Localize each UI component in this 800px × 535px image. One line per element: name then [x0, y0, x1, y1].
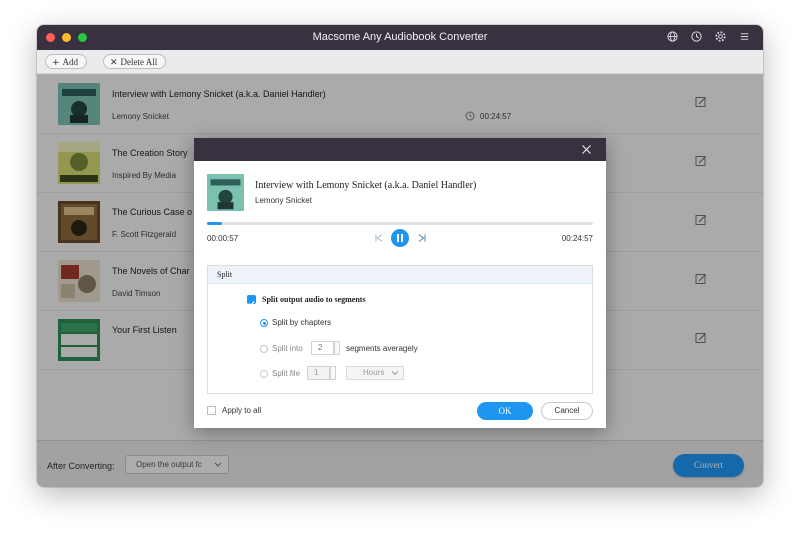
settings-icon[interactable] [714, 30, 727, 43]
menu-icon[interactable] [738, 30, 751, 43]
pause-button[interactable] [391, 229, 409, 247]
apply-to-all-label: Apply to all [222, 406, 262, 415]
dialog-book-author: Lemony Snicket [255, 196, 312, 205]
split-by-chapters-label: Split by chapters [272, 318, 332, 327]
close-icon[interactable] [581, 144, 592, 155]
unit-select[interactable]: Hours [346, 366, 404, 380]
unit-value: Hours [363, 368, 385, 377]
cancel-button[interactable]: Cancel [541, 402, 593, 420]
history-icon[interactable] [690, 30, 703, 43]
ok-button[interactable]: OK [477, 402, 533, 420]
current-time: 00:00:57 [207, 234, 239, 243]
file-length-stepper[interactable] [330, 366, 336, 380]
chevron-down-icon [391, 371, 399, 376]
title-bar: Macsome Any Audiobook Converter [37, 25, 763, 50]
segments-suffix: segments averagely [346, 344, 418, 353]
segments-value: 2 [318, 343, 323, 352]
x-icon: ✕ [110, 58, 118, 68]
file-length-value: 1 [314, 368, 319, 377]
split-dialog: Interview with Lemony Snicket (a.k.a. Da… [194, 138, 606, 428]
toolbar: + Add ✕ Delete All [37, 50, 763, 74]
playback-progress[interactable] [207, 222, 593, 225]
progress-fill [207, 222, 223, 225]
globe-icon[interactable] [666, 30, 679, 43]
split-header: Split [208, 266, 592, 284]
add-label: Add [62, 57, 79, 67]
delete-all-button[interactable]: ✕ Delete All [103, 54, 167, 69]
dialog-book-cover [207, 174, 244, 211]
split-by-chapters-radio[interactable] [260, 319, 268, 327]
pause-icon [397, 234, 403, 242]
add-button[interactable]: + Add [45, 54, 88, 69]
plus-icon: + [52, 58, 60, 68]
split-checkbox-label: Split output audio to segments [262, 295, 366, 304]
checkmark-icon [248, 301, 255, 307]
split-into-radio[interactable] [260, 345, 268, 353]
split-into-label: Split into [272, 344, 303, 353]
file-length-input[interactable]: 1 [307, 366, 336, 380]
segments-input[interactable]: 2 [311, 341, 340, 355]
window-title: Macsome Any Audiobook Converter [312, 31, 488, 43]
total-time: 00:24:57 [561, 234, 593, 243]
split-file-label: Split file [272, 369, 301, 378]
split-file-radio[interactable] [260, 370, 268, 378]
segments-stepper[interactable] [334, 341, 340, 355]
delete-all-label: Delete All [120, 57, 158, 67]
apply-to-all-checkbox[interactable] [207, 406, 216, 415]
next-icon[interactable] [417, 233, 427, 243]
dialog-book-title: Interview with Lemony Snicket (a.k.a. Da… [255, 180, 477, 191]
titlebar-icons [666, 30, 751, 43]
previous-icon[interactable] [374, 233, 384, 243]
split-checkbox[interactable] [247, 295, 256, 307]
split-panel: Split Split output audio to segments Spl… [207, 265, 593, 394]
player-controls [374, 229, 428, 247]
dialog-header [194, 138, 606, 161]
